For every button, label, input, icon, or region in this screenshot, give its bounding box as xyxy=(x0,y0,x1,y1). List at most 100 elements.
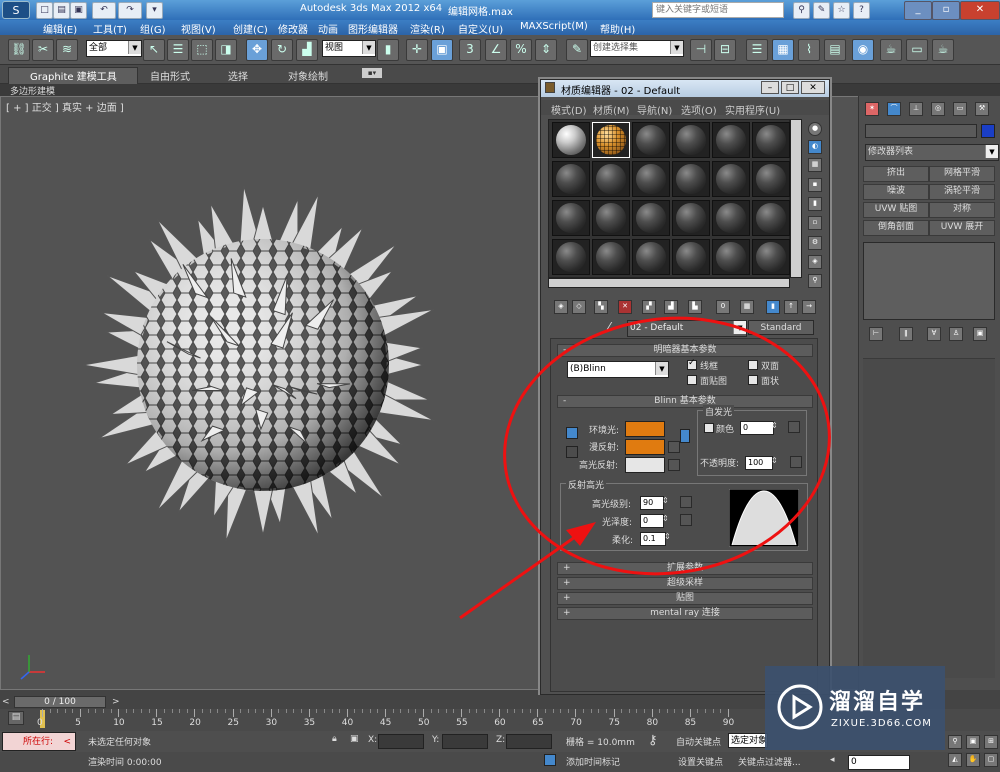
percent-snap-icon[interactable]: % xyxy=(510,39,532,61)
binoculars-icon[interactable]: ⚲ xyxy=(793,2,810,19)
zoom-icon[interactable]: ⚲ xyxy=(948,735,962,749)
face-map-checkbox[interactable] xyxy=(687,375,697,385)
select-by-name-icon[interactable]: ☰ xyxy=(167,39,189,61)
menu-views[interactable]: 视图(V) xyxy=(181,21,216,36)
auto-key-button[interactable]: 自动关键点 xyxy=(676,735,721,748)
video-color-check-icon[interactable]: ▮ xyxy=(808,197,822,211)
snaps-toggle-icon[interactable]: 3 xyxy=(459,39,481,61)
mini-curve-editor-icon[interactable]: ▤ xyxy=(8,711,24,725)
go-forward-sibling-icon[interactable]: → xyxy=(802,300,816,314)
sample-slot[interactable] xyxy=(592,161,630,197)
background-icon[interactable]: ▦ xyxy=(808,158,822,172)
opacity-map-button[interactable] xyxy=(790,456,802,468)
selection-filter-dropdown[interactable]: 全部 ▼ xyxy=(86,40,142,57)
spinner-arrows-icon[interactable]: ⇕ xyxy=(662,496,669,505)
close-button[interactable]: ✕ xyxy=(960,1,1000,20)
sample-slot[interactable] xyxy=(752,239,790,275)
ambient-color-swatch[interactable] xyxy=(625,421,665,437)
add-time-tag-label[interactable]: 添加时间标记 xyxy=(566,755,620,768)
self-illum-map-button[interactable] xyxy=(788,421,800,433)
rendered-frame-icon[interactable]: ▭ xyxy=(906,39,928,61)
key-filters-button[interactable]: 关键点过滤器... xyxy=(738,755,801,768)
y-field[interactable] xyxy=(442,734,488,749)
wire-checkbox[interactable]: ✓ xyxy=(687,358,697,370)
modifier-bevel-profile-button[interactable]: 倒角剖面 xyxy=(863,220,929,236)
shader-type-dropdown[interactable]: (B)Blinn ▼ xyxy=(567,361,669,378)
blinn-rollout-header[interactable]: - Blinn 基本参数 xyxy=(557,395,813,408)
lock-ambient-diffuse-icon[interactable] xyxy=(566,427,578,439)
absolute-mode-icon[interactable]: ▣ xyxy=(350,734,359,744)
menu-utilities[interactable]: 实用程序(U) xyxy=(725,102,780,117)
menu-rendering[interactable]: 渲染(R) xyxy=(410,21,445,36)
sample-slot[interactable] xyxy=(672,200,710,236)
undo-icon[interactable]: ↶ xyxy=(92,2,116,19)
maximize-viewport-icon[interactable]: ▢ xyxy=(984,753,998,767)
modifier-turbosmooth-button[interactable]: 涡轮平滑 xyxy=(929,184,995,200)
edit-named-selection-icon[interactable]: ✎ xyxy=(566,39,588,61)
specular-color-swatch[interactable] xyxy=(625,457,665,473)
motion-tab-icon[interactable]: ◎ xyxy=(931,102,945,116)
menu-options[interactable]: 选项(O) xyxy=(681,102,717,117)
object-name-field[interactable] xyxy=(865,124,977,138)
sample-slot[interactable] xyxy=(672,239,710,275)
minimize-button[interactable]: – xyxy=(761,81,779,94)
modifier-stack[interactable] xyxy=(863,242,995,320)
set-key-label[interactable]: 设置关键点 xyxy=(678,755,723,768)
menu-customize[interactable]: 自定义(U) xyxy=(458,21,503,36)
options-icon[interactable]: ⚙ xyxy=(808,236,822,250)
reference-coord-dropdown[interactable]: 视图 ▼ xyxy=(322,40,376,57)
modifier-noise-button[interactable]: 噪波 xyxy=(863,184,929,200)
sample-slot[interactable] xyxy=(632,161,670,197)
unlink-icon[interactable]: ✂ xyxy=(32,39,54,61)
object-color-swatch[interactable] xyxy=(981,124,995,138)
sample-slot[interactable] xyxy=(712,161,750,197)
faceted-checkbox[interactable] xyxy=(748,375,758,385)
utilities-tab-icon[interactable]: ⚒ xyxy=(975,102,989,116)
star-icon[interactable]: ☆ xyxy=(833,2,850,19)
menu-graph-editors[interactable]: 图形编辑器 xyxy=(348,21,398,36)
close-button[interactable]: ✕ xyxy=(801,81,825,94)
select-by-material-icon[interactable]: ◈ xyxy=(808,255,822,269)
assign-material-icon[interactable]: ▚ xyxy=(594,300,608,314)
shader-rollout-header[interactable]: - 明暗器基本参数 xyxy=(557,344,813,357)
menu-mode[interactable]: 模式(D) xyxy=(551,102,587,117)
lock-map-icon[interactable] xyxy=(680,429,690,443)
align-icon[interactable]: ⊟ xyxy=(714,39,736,61)
get-material-icon[interactable]: ◈ xyxy=(554,300,568,314)
create-tab-icon[interactable]: ✶ xyxy=(865,102,879,116)
previous-frame-icon[interactable]: ◂ xyxy=(830,755,835,765)
layer-manager-icon[interactable]: ☰ xyxy=(746,39,768,61)
glossiness-spinner[interactable]: 0 xyxy=(640,514,664,528)
make-unique-icon[interactable]: ∀ xyxy=(927,327,941,341)
menu-group[interactable]: 组(G) xyxy=(140,21,166,36)
sample-uv-tiling-icon[interactable]: ▪ xyxy=(808,178,822,192)
modify-tab-icon[interactable]: ⌒ xyxy=(887,102,901,116)
sample-slot[interactable] xyxy=(552,122,590,158)
tab-graphite[interactable]: Graphite 建模工具 xyxy=(30,68,117,83)
lock-diffuse-specular-icon[interactable] xyxy=(566,446,578,458)
tab-object-paint[interactable]: 对象绘制 xyxy=(288,68,328,83)
help-icon[interactable]: ? xyxy=(853,2,870,19)
render-setup-icon[interactable]: ☕ xyxy=(880,39,902,61)
quick-access-dropdown-icon[interactable]: ▾ xyxy=(146,2,163,19)
backlight-icon[interactable]: ◐ xyxy=(808,140,822,154)
menu-edit[interactable]: 编辑(E) xyxy=(43,21,77,36)
save-file-icon[interactable]: ▣ xyxy=(70,2,87,19)
tab-freeform[interactable]: 自由形式 xyxy=(150,68,190,83)
bind-space-warp-icon[interactable]: ≋ xyxy=(56,39,78,61)
sample-slot[interactable] xyxy=(592,239,630,275)
new-file-icon[interactable]: □ xyxy=(36,2,53,19)
x-field[interactable] xyxy=(378,734,424,749)
slots-scrollbar[interactable] xyxy=(790,119,802,278)
sample-slot[interactable] xyxy=(632,122,670,158)
sample-slot[interactable] xyxy=(752,122,790,158)
time-next-icon[interactable]: > xyxy=(112,697,120,707)
sample-slot[interactable] xyxy=(552,161,590,197)
configure-sets-icon[interactable]: ▣ xyxy=(973,327,987,341)
material-editor-icon[interactable]: ◉ xyxy=(852,39,874,61)
spinner-arrows-icon[interactable]: ⇕ xyxy=(664,532,671,541)
menu-help[interactable]: 帮助(H) xyxy=(600,21,635,36)
select-manipulate-icon[interactable]: ✛ xyxy=(406,39,428,61)
modifier-list-dropdown[interactable]: 修改器列表 ▼ xyxy=(865,144,999,161)
redo-icon[interactable]: ↷ xyxy=(118,2,142,19)
